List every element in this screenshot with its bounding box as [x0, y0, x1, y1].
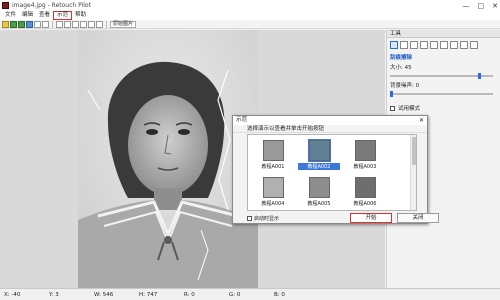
print-icon[interactable]	[34, 20, 41, 28]
fill-icon[interactable]	[440, 41, 448, 49]
redo-icon[interactable]	[18, 20, 25, 28]
section-title: 刮痕擦除	[390, 55, 413, 61]
brush-icon[interactable]	[400, 41, 408, 49]
eraser-icon[interactable]	[430, 41, 438, 49]
bg-noise-label: 背景噪声: 0	[390, 83, 420, 89]
demo-item-label: 教程A005	[307, 201, 331, 207]
zoom-actual-icon[interactable]	[80, 20, 87, 28]
zoom-window-icon[interactable]	[88, 20, 95, 28]
original-image-button[interactable]: 原始图片	[110, 20, 137, 28]
status-r: R: 0	[184, 291, 195, 298]
demo-thumbnail	[354, 177, 376, 198]
start-button[interactable]: 开始	[350, 213, 392, 223]
zoom-fit-icon[interactable]	[56, 20, 63, 28]
demo-item-a002[interactable]: 教程A002	[298, 139, 340, 170]
photo-illustration	[78, 30, 258, 288]
menu-edit[interactable]: 编辑	[19, 11, 36, 20]
demo-thumbnail	[262, 140, 284, 161]
status-x: X: -40	[4, 291, 21, 298]
demo-item-label: 教程A002	[298, 163, 340, 170]
dialog-close-button[interactable]: 关闭	[397, 213, 439, 223]
demo-thumbnail	[308, 177, 330, 198]
size-slider-thumb[interactable]	[478, 73, 481, 79]
menu-help[interactable]: 帮助	[72, 11, 89, 20]
show-on-startup-checkbox[interactable]	[247, 215, 252, 221]
status-height: H: 747	[139, 291, 158, 298]
demo-item-a005[interactable]: 教程A005	[298, 177, 340, 207]
undo-icon[interactable]	[10, 20, 17, 28]
trial-mode-checkbox[interactable]	[390, 105, 395, 111]
maximize-button[interactable]: □	[478, 2, 485, 10]
zoom-in-icon[interactable]	[64, 20, 71, 28]
export-icon[interactable]	[42, 20, 49, 28]
zoom-out-icon[interactable]	[72, 20, 79, 28]
open-icon[interactable]	[2, 20, 9, 28]
demo-item-label: 教程A003	[353, 164, 377, 170]
scrollbar-thumb[interactable]	[412, 137, 416, 165]
status-b: B: 0	[274, 291, 285, 298]
scratch-remove-icon[interactable]	[390, 41, 398, 49]
demo-thumbnail	[262, 177, 284, 198]
minimize-button[interactable]: —	[463, 2, 470, 10]
selection-icon[interactable]	[470, 41, 478, 49]
window-title: image4.jpg - Retouch Pilot	[12, 2, 91, 9]
dialog-title-bar: 示范 ✕	[233, 116, 427, 125]
dialog-footer: 启动时显示 开始 关闭	[247, 213, 439, 223]
toolbar: 原始图片	[0, 20, 500, 29]
size-slider[interactable]	[390, 73, 497, 79]
save-icon[interactable]	[26, 20, 33, 28]
size-label: 大小: 45	[390, 65, 412, 71]
demo-item-label: 教程A001	[261, 164, 285, 170]
app-icon	[2, 2, 9, 9]
marker-icon[interactable]	[460, 41, 468, 49]
close-button[interactable]: ✕	[492, 2, 498, 10]
show-on-startup-label: 启动时显示	[254, 215, 280, 222]
menu-bar: 文件 编辑 查看 示范 帮助	[0, 11, 500, 20]
toolbar-separator	[52, 20, 53, 28]
demo-thumbnail	[354, 140, 376, 161]
demo-item-a003[interactable]: 教程A003	[344, 140, 386, 170]
status-y: Y: 3	[49, 291, 59, 298]
demo-list: 教程A001 教程A002 教程A003 教程A004 教程A005 教程A00…	[247, 134, 417, 211]
bg-noise-slider[interactable]	[390, 91, 497, 97]
status-bar: X: -40 Y: 3 W: 546 H: 747 R: 0 G: 0 B: 0	[0, 288, 500, 300]
zoom-selection-icon[interactable]	[96, 20, 103, 28]
demo-thumbnail	[307, 139, 331, 162]
panel-header: 工具	[387, 30, 500, 38]
demo-dialog: 示范 ✕ 选择演示以查看并单击开始按钮 教程A001 教程A002 教程A003…	[232, 115, 439, 224]
demo-item-a004[interactable]: 教程A004	[252, 177, 294, 207]
dialog-title: 示范	[236, 117, 248, 123]
bg-noise-slider-track	[390, 93, 493, 95]
demo-item-label: 教程A006	[353, 201, 377, 207]
trial-mode-label: 试用模式	[398, 106, 421, 112]
tool-icons	[387, 38, 500, 52]
stamp-icon[interactable]	[410, 41, 418, 49]
demo-item-a006[interactable]: 教程A006	[344, 177, 386, 207]
toolbar-separator	[106, 20, 107, 28]
dialog-close-icon[interactable]: ✕	[419, 116, 424, 125]
demo-item-label: 教程A004	[261, 201, 285, 207]
menu-file[interactable]: 文件	[2, 11, 19, 20]
demo-item-a001[interactable]: 教程A001	[252, 140, 294, 170]
bg-noise-slider-thumb[interactable]	[390, 91, 393, 97]
photo-image	[78, 30, 258, 288]
dialog-instruction: 选择演示以查看并单击开始按钮	[233, 125, 427, 133]
demo-list-scrollbar[interactable]	[410, 135, 416, 210]
window-controls: — □ ✕	[463, 0, 499, 11]
status-width: W: 546	[94, 291, 114, 298]
retouch-icon[interactable]	[450, 41, 458, 49]
status-g: G: 0	[229, 291, 241, 298]
patch-icon[interactable]	[420, 41, 428, 49]
title-bar: image4.jpg - Retouch Pilot — □ ✕	[0, 0, 500, 11]
menu-view[interactable]: 查看	[36, 11, 53, 20]
menu-demo[interactable]: 示范	[53, 11, 73, 20]
